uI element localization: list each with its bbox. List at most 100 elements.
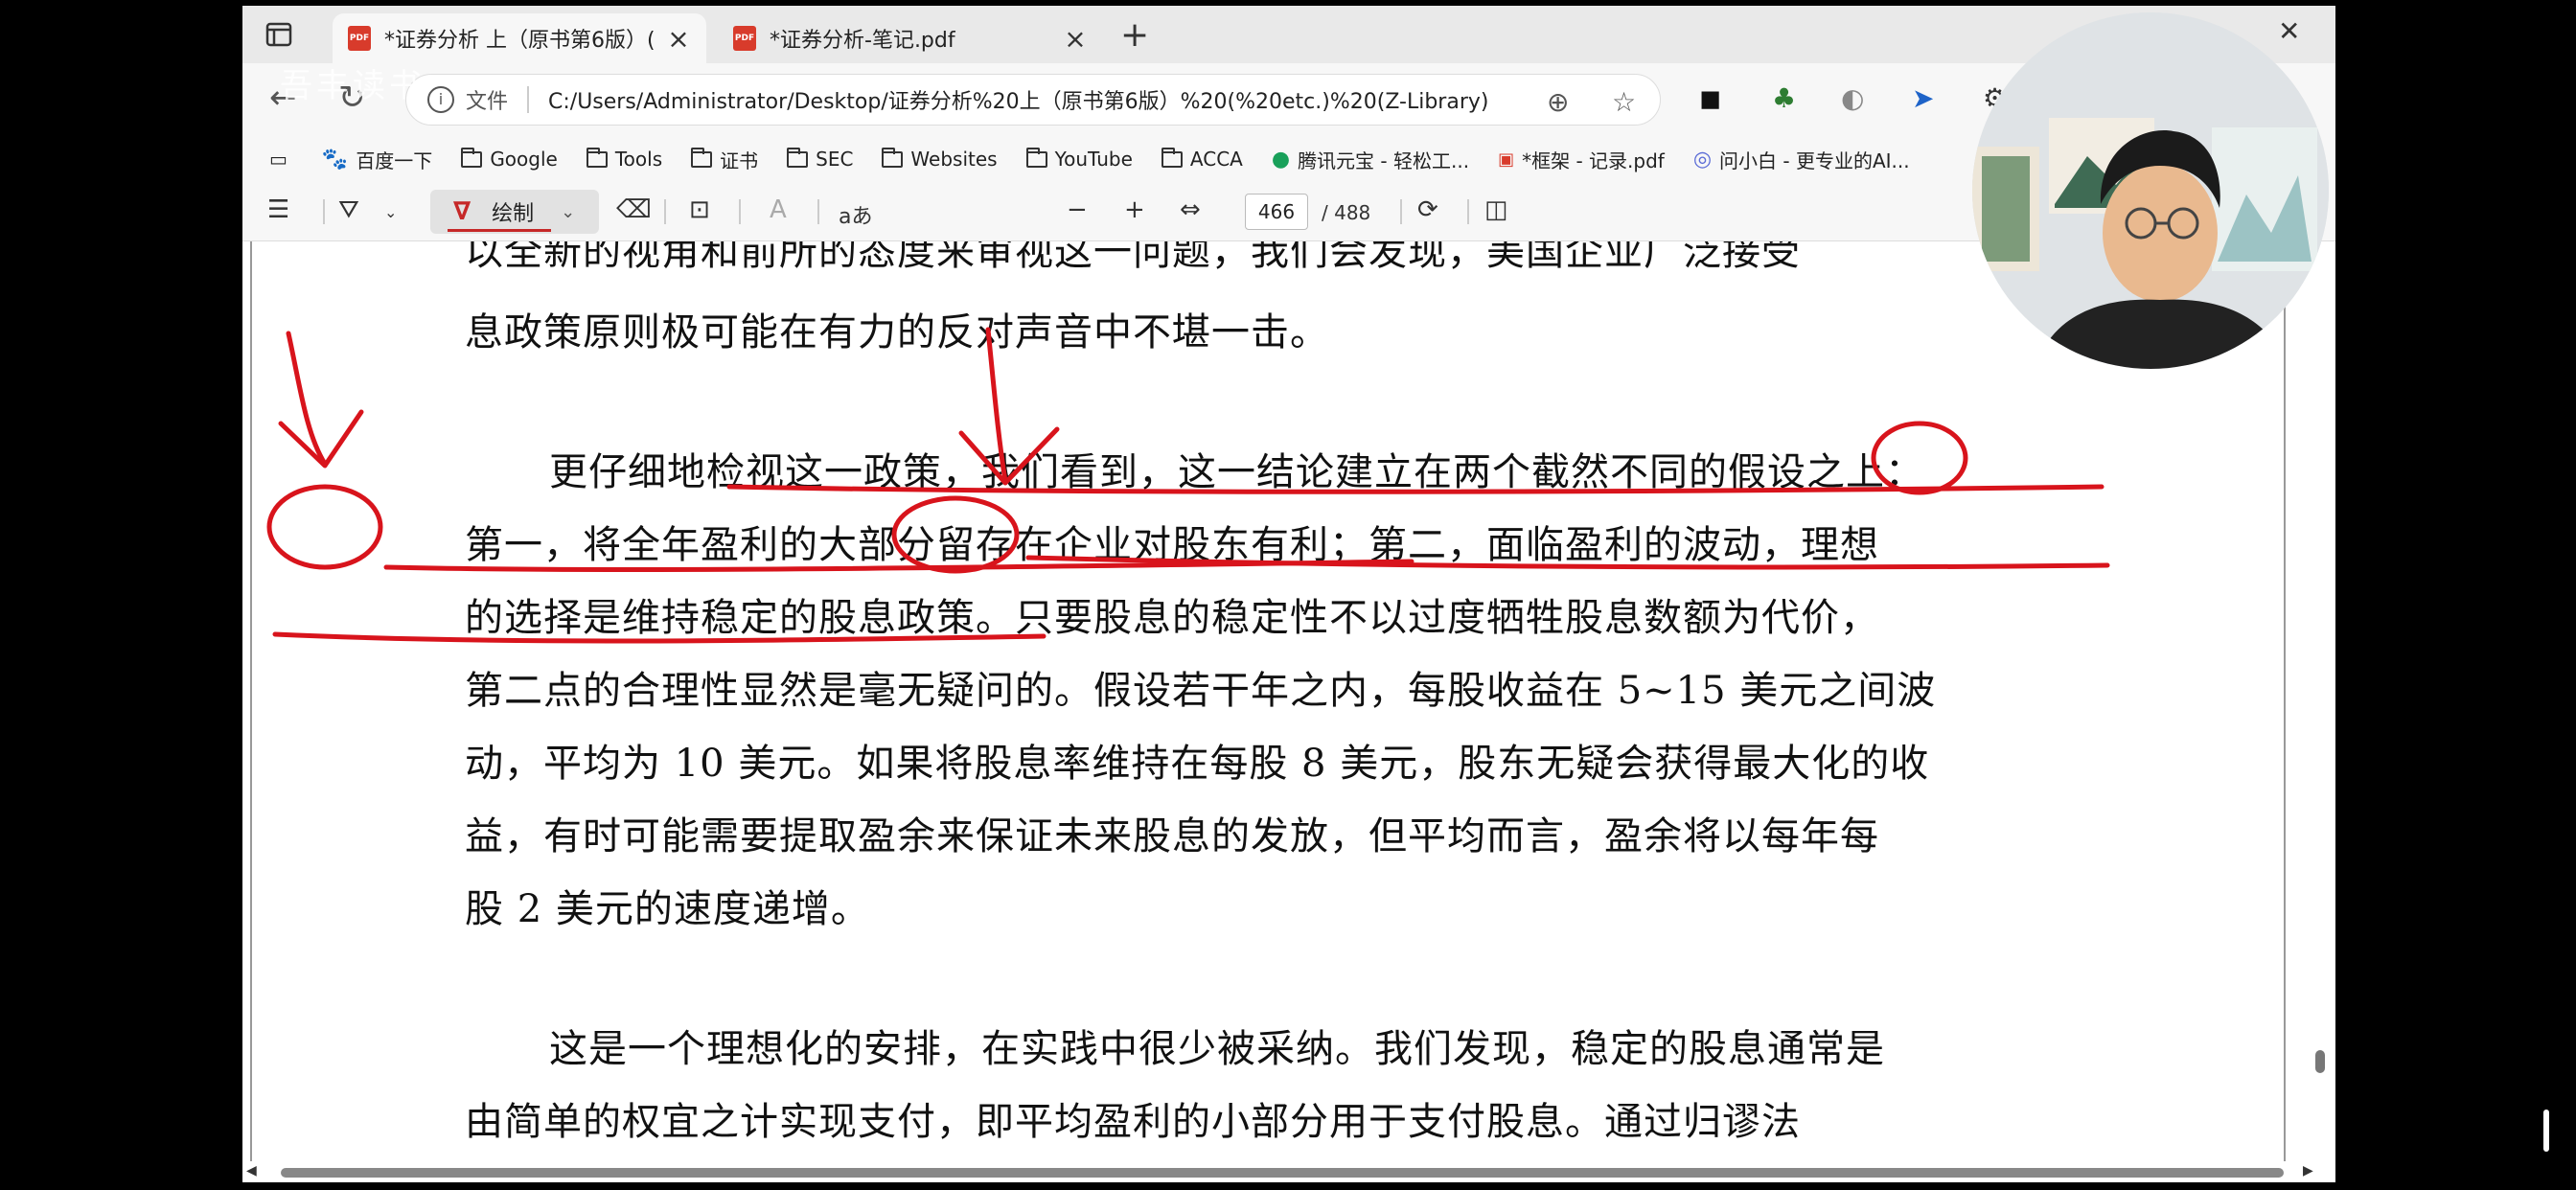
circle-annotation (1871, 421, 1968, 495)
horizontal-scrollbar[interactable] (262, 1163, 2293, 1180)
video-indicator (2543, 1110, 2549, 1152)
favorite-star-icon[interactable]: ☆ (1612, 86, 1636, 118)
bookmark-youtube[interactable]: YouTube (1025, 147, 1133, 171)
folder-icon (1161, 147, 1183, 168)
bookmark-framework-pdf[interactable]: ▣ *框架 - 记录.pdf (1498, 146, 1665, 173)
circle-annotation (266, 484, 383, 570)
bookmark-label: 证书 (720, 149, 759, 172)
close-icon[interactable]: × (1063, 23, 1088, 55)
scrollbar-thumb[interactable] (281, 1168, 2284, 1178)
arrow-annotation (286, 331, 328, 467)
scroll-left-icon[interactable]: ◀ (246, 1163, 257, 1179)
bookmark-tools[interactable]: Tools (586, 147, 663, 171)
extension-circle-icon[interactable]: ◐ (1841, 82, 1864, 114)
pdf-icon: ▣ (1498, 149, 1515, 170)
bookmark-label: 问小白 - 更专业的AI... (1719, 149, 1910, 172)
bookmark-label: SEC (816, 148, 854, 171)
page-view-icon[interactable]: ◫ (1484, 195, 1508, 224)
circle-annotation (891, 495, 1020, 574)
bookmark-label: Tools (614, 148, 663, 171)
pen-icon: ∇ (453, 197, 472, 226)
paw-icon: 🐾 (321, 147, 349, 172)
fit-width-icon[interactable]: ⇔ (1180, 195, 1201, 224)
pdf-icon: PDF (348, 26, 371, 51)
text-box-icon[interactable]: ⊡ (689, 195, 710, 224)
close-icon[interactable]: × (666, 23, 691, 55)
zoom-in-icon[interactable]: + (1124, 195, 1145, 224)
extension-tree-icon[interactable]: ♣ (1772, 82, 1796, 114)
bookmark-label: YouTube (1054, 148, 1133, 171)
yuanbao-icon: ● (1271, 147, 1291, 172)
bookmark-label: Websites (910, 148, 998, 171)
folder-icon (586, 147, 608, 168)
divider (664, 199, 666, 224)
contents-icon[interactable]: ☰ (267, 195, 289, 224)
draw-button[interactable]: ∇ 绘制 ⌄ (430, 190, 599, 234)
tab-notes-pdf[interactable]: PDF *证券分析-笔记.pdf × (718, 13, 1103, 63)
ink-annotations[interactable] (242, 241, 2335, 1182)
url-text[interactable]: C:/Users/Administrator/Desktop/证券分析%20上（… (548, 84, 1487, 115)
pdf-document-area[interactable]: 以全新的视角和前所的态度来审视这一问题，我们会发现，美国企业广泛接受 息政策原则… (242, 241, 2335, 1182)
eraser-icon[interactable]: ⌫ (616, 195, 652, 224)
scrollbar-thumb[interactable] (2315, 1050, 2325, 1073)
draw-label: 绘制 (492, 202, 535, 226)
extension-bird-icon[interactable]: ➤ (1912, 82, 1934, 114)
divider (323, 199, 325, 224)
zoom-icon[interactable]: ⊕ (1547, 86, 1569, 118)
underline-annotation (272, 631, 1046, 644)
bookmark-label: *框架 - 记录.pdf (1522, 149, 1665, 172)
tab-actions-icon[interactable] (264, 19, 294, 50)
translate-icon[interactable]: aあ (839, 199, 872, 230)
page-number-input[interactable]: 466 (1245, 194, 1308, 230)
new-tab-icon[interactable]: + (1120, 15, 1149, 55)
bookmark-label: Google (490, 148, 558, 171)
bookmark-label: 百度一下 (356, 149, 433, 172)
read-aloud-icon[interactable]: A (770, 195, 787, 224)
bookmark-label: 腾讯元宝 - 轻松工... (1298, 149, 1470, 172)
chevron-down-icon: ⌄ (561, 201, 576, 222)
address-bar[interactable]: i 文件 C:/Users/Administrator/Desktop/证券分析… (405, 74, 1661, 126)
pdf-icon: PDF (733, 26, 756, 51)
folder-icon (691, 147, 713, 168)
bookmark-wenxiaobai[interactable]: ◎ 问小白 - 更专业的AI... (1693, 146, 1910, 173)
folder-icon (461, 147, 483, 168)
divider (1400, 199, 1402, 224)
reading-list-icon[interactable]: ▭ (269, 148, 288, 171)
window-close-icon[interactable]: ✕ (2278, 15, 2300, 47)
presenter-video (1972, 12, 2329, 369)
rotate-icon[interactable]: ⟳ (1417, 195, 1438, 224)
video-watermark: 吾丰读书 (280, 67, 426, 105)
bookmark-certificates[interactable]: 证书 (691, 146, 758, 173)
bookmark-acca[interactable]: ACCA (1161, 147, 1243, 171)
folder-icon (1025, 147, 1047, 168)
bookmark-label: ACCA (1189, 148, 1243, 171)
bookmark-baidu[interactable]: 🐾 百度一下 (322, 146, 432, 173)
bookmark-websites[interactable]: Websites (882, 147, 998, 171)
extension-icon[interactable]: ◼ (1699, 82, 1721, 114)
divider (1467, 199, 1469, 224)
divider (817, 199, 819, 224)
chevron-down-icon[interactable]: ⌄ (384, 203, 397, 221)
bookmark-yuanbao[interactable]: ● 腾讯元宝 - 轻松工... (1272, 146, 1469, 173)
vertical-scrollbar[interactable] (2311, 241, 2330, 1161)
info-icon[interactable]: i (427, 86, 454, 113)
divider (739, 199, 741, 224)
tab-title: *证券分析 上（原书第6版）( etc. (384, 29, 656, 53)
bookmark-sec[interactable]: SEC (787, 147, 854, 171)
arrow-head (958, 426, 1060, 486)
chat-icon: ◎ (1692, 147, 1713, 172)
tab-securities-analysis[interactable]: PDF *证券分析 上（原书第6版）( etc. × (333, 13, 706, 63)
file-label: 文件 (466, 90, 509, 114)
arrow-annotation (985, 327, 1008, 484)
bookmark-google[interactable]: Google (461, 147, 558, 171)
webcam-overlay (1972, 12, 2329, 369)
folder-icon (787, 147, 809, 168)
divider (527, 86, 530, 113)
scroll-right-icon[interactable]: ▶ (2303, 1163, 2313, 1179)
folder-icon (882, 147, 904, 168)
page-total: / 488 (1322, 201, 1371, 224)
tab-title: *证券分析-笔记.pdf (770, 29, 955, 53)
highlight-icon[interactable]: ⛛ (338, 195, 359, 225)
tab-strip: PDF *证券分析 上（原书第6版）( etc. × PDF *证券分析-笔记.… (242, 6, 2335, 63)
zoom-out-icon[interactable]: − (1067, 195, 1088, 224)
